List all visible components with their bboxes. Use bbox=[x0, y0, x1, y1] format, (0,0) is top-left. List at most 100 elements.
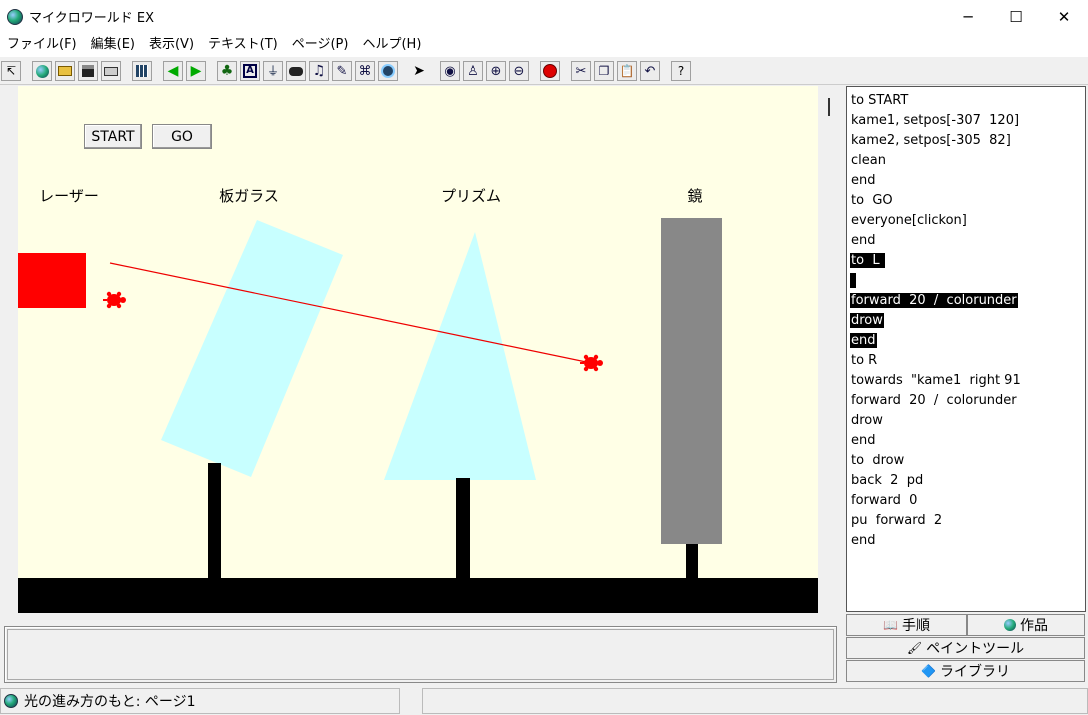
mirror-label: 鏡 bbox=[687, 187, 703, 205]
arrow-left-icon[interactable]: ◀ bbox=[163, 61, 183, 81]
grid-icon[interactable] bbox=[132, 61, 152, 81]
procedure-line[interactable] bbox=[850, 271, 1022, 291]
start-button[interactable]: START bbox=[84, 124, 142, 149]
close-button[interactable]: ✕ bbox=[1040, 0, 1088, 33]
status-page-info: 光の進み方のもと: ページ1 bbox=[0, 688, 400, 714]
procedure-line-text: to R bbox=[851, 353, 878, 368]
status-text: 光の進み方のもと: ページ1 bbox=[24, 694, 196, 710]
tab-procedures[interactable]: 📖 手順 bbox=[846, 614, 967, 636]
tab-library[interactable]: 🔷 ライブラリ bbox=[846, 660, 1085, 682]
print-icon[interactable] bbox=[101, 61, 121, 81]
pointer-icon[interactable]: ➤ bbox=[409, 61, 429, 81]
procedure-line[interactable]: kame1, setpos[-307 120] bbox=[850, 111, 1022, 131]
go-button[interactable]: GO bbox=[152, 124, 212, 149]
menu-page[interactable]: ページ(P) bbox=[285, 33, 356, 57]
save-icon[interactable] bbox=[78, 61, 98, 81]
video-icon[interactable]: ⌘ bbox=[355, 61, 375, 81]
laser-label: レーザー bbox=[39, 187, 99, 205]
procedure-line[interactable]: to GO bbox=[850, 191, 1022, 211]
zoom-in-icon[interactable]: ⊕ bbox=[486, 61, 506, 81]
stamp-icon[interactable]: ♙ bbox=[463, 61, 483, 81]
menu-help[interactable]: ヘルプ(H) bbox=[355, 33, 428, 57]
canvas-scroll-marker[interactable] bbox=[828, 98, 830, 116]
procedure-line-text: forward 20 / colorunder bbox=[850, 293, 1018, 308]
ground bbox=[18, 578, 818, 613]
paste-icon[interactable]: 📋 bbox=[617, 61, 637, 81]
procedure-line[interactable]: end bbox=[850, 431, 1022, 451]
procedure-line[interactable]: clean bbox=[850, 151, 1022, 171]
minimize-button[interactable]: ─ bbox=[944, 0, 992, 33]
turtle-kame1 bbox=[580, 354, 603, 372]
music-icon[interactable]: ♫ bbox=[309, 61, 329, 81]
procedure-line-text bbox=[850, 273, 857, 288]
procedure-line[interactable]: to drow bbox=[850, 451, 1022, 471]
turtle-hatch-icon[interactable]: ♣ bbox=[217, 61, 237, 81]
maximize-button[interactable]: ☐ bbox=[992, 0, 1040, 33]
menu-edit[interactable]: 編集(E) bbox=[84, 33, 142, 57]
procedure-line-text: to L bbox=[850, 253, 885, 268]
procedure-line[interactable]: drow bbox=[850, 411, 1022, 431]
stop-icon[interactable] bbox=[540, 61, 560, 81]
procedure-line[interactable]: back 2 pd bbox=[850, 471, 1022, 491]
command-center-inner[interactable] bbox=[7, 629, 834, 680]
tab-library-label: ライブラリ bbox=[939, 664, 1010, 680]
eye-icon[interactable]: ◉ bbox=[440, 61, 460, 81]
globe-icon[interactable] bbox=[32, 61, 52, 81]
web-icon[interactable] bbox=[378, 61, 398, 81]
procedure-line[interactable]: everyone[clickon] bbox=[850, 211, 1022, 231]
paint-icon[interactable]: ✎ bbox=[332, 61, 352, 81]
procedure-line[interactable]: towards "kame1 right 91 bbox=[850, 371, 1022, 391]
menu-text[interactable]: テキスト(T) bbox=[201, 33, 285, 57]
procedures-panel[interactable]: to START kame1, setpos[-307 120] kame2, se… bbox=[846, 86, 1086, 612]
scene-graphics bbox=[18, 218, 818, 613]
zoom-out-icon[interactable]: ⊖ bbox=[509, 61, 529, 81]
procedure-line[interactable]: end bbox=[850, 171, 1022, 191]
procedure-line[interactable]: forward 20 / colorunder bbox=[850, 391, 1022, 411]
tab-row-library: 🔷 ライブラリ bbox=[846, 660, 1086, 682]
procedure-line[interactable]: end bbox=[850, 331, 1022, 351]
laser-beam bbox=[109, 262, 592, 364]
copy-icon[interactable]: ❐ bbox=[594, 61, 614, 81]
shapes-icon: 🔷 bbox=[921, 664, 936, 678]
tab-project[interactable]: 作品 bbox=[967, 614, 1085, 636]
procedure-text[interactable]: to START kame1, setpos[-307 120] kame2, se… bbox=[850, 91, 1022, 551]
procedure-line[interactable]: kame2, setpos[-305 82] bbox=[850, 131, 1022, 151]
tab-paint-tools-label: ペイントツール bbox=[926, 641, 1025, 657]
procedure-line-text: kame1, setpos[-307 120] bbox=[851, 113, 1020, 128]
procedure-line[interactable]: drow bbox=[850, 311, 1022, 331]
procedure-line[interactable]: to L bbox=[850, 251, 1022, 271]
text-box-icon[interactable]: A bbox=[240, 61, 260, 81]
procedure-line[interactable]: end bbox=[850, 531, 1022, 551]
procedure-line-text: kame2, setpos[-305 82] bbox=[851, 133, 1011, 148]
menu-file[interactable]: ファイル(F) bbox=[0, 33, 84, 57]
open-folder-icon[interactable] bbox=[55, 61, 75, 81]
toolbar: ↸ ◀ ▶ ♣ A ⏚ ♫ ✎ ⌘ ➤ ◉ ♙ ⊕ ⊖ ✂ ❐ 📋 ↶ ? bbox=[0, 57, 1088, 85]
procedure-line-text: end bbox=[851, 533, 876, 548]
menu-view[interactable]: 表示(V) bbox=[142, 33, 201, 57]
prism-stand bbox=[456, 478, 470, 579]
procedure-line-text: towards "kame1 right 91 bbox=[851, 373, 1021, 388]
procedure-line-text: back 2 pd bbox=[851, 473, 924, 488]
cut-icon[interactable]: ✂ bbox=[571, 61, 591, 81]
app-globe-icon bbox=[7, 8, 23, 25]
procedure-line[interactable]: to R bbox=[850, 351, 1022, 371]
button-icon[interactable] bbox=[286, 61, 306, 81]
page-canvas[interactable]: START GO レーザー 板ガラス プリズム 鏡 bbox=[18, 86, 818, 613]
cursor-icon[interactable]: ↸ bbox=[1, 61, 21, 81]
procedure-line[interactable]: to START bbox=[850, 91, 1022, 111]
procedure-line[interactable]: forward 0 bbox=[850, 491, 1022, 511]
command-center[interactable] bbox=[4, 626, 837, 683]
procedure-line-text: everyone[clickon] bbox=[851, 213, 967, 228]
prism bbox=[384, 232, 536, 480]
arrow-right-icon[interactable]: ▶ bbox=[186, 61, 206, 81]
procedure-line-text: to GO bbox=[851, 193, 893, 208]
slider-icon[interactable]: ⏚ bbox=[263, 61, 283, 81]
tab-row-top: 📖 手順 作品 bbox=[846, 614, 1086, 636]
procedure-line[interactable]: pu forward 2 bbox=[850, 511, 1022, 531]
help-icon[interactable]: ? bbox=[671, 61, 691, 81]
tab-procedures-label: 手順 bbox=[901, 618, 930, 634]
undo-icon[interactable]: ↶ bbox=[640, 61, 660, 81]
procedure-line[interactable]: end bbox=[850, 231, 1022, 251]
procedure-line[interactable]: forward 20 / colorunder bbox=[850, 291, 1022, 311]
tab-paint-tools[interactable]: 🖌 ペイントツール bbox=[846, 637, 1085, 659]
